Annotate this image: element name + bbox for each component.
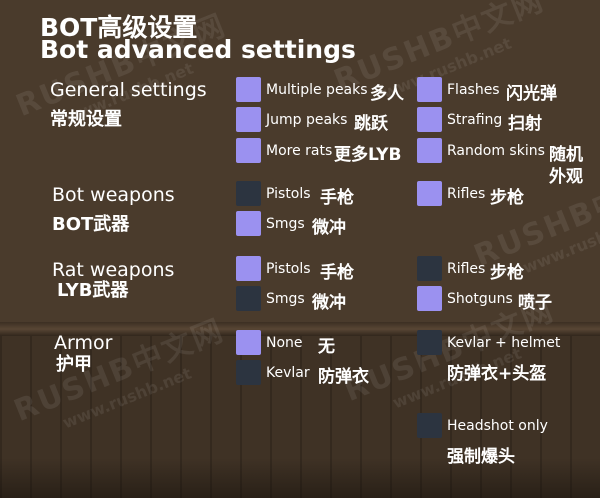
jump-peaks-label-zh: 跳跃: [354, 114, 388, 134]
armor-kevlar-radio[interactable]: [236, 360, 261, 385]
rat-rifles-label: Rifles: [447, 261, 486, 277]
section-general-subtitle: 常规设置: [50, 109, 122, 130]
armor-kevlar-helmet-label: Kevlar + helmet: [447, 335, 561, 351]
section-bot-weapons-title: Bot weapons: [52, 184, 175, 206]
random-skins-label: Random skins: [447, 143, 545, 159]
bot-rifles-label-zh: 步枪: [490, 188, 524, 208]
armor-kevlar-label: Kevlar: [266, 365, 310, 381]
flashes-checkbox[interactable]: [417, 77, 442, 102]
bot-pistols-label: Pistols: [266, 186, 311, 202]
armor-none-label: None: [266, 335, 303, 351]
armor-kevlar-label-zh: 防弹衣: [318, 367, 369, 387]
bot-rifles-checkbox[interactable]: [417, 181, 442, 206]
bot-pistols-checkbox[interactable]: [236, 181, 261, 206]
rat-smgs-label-zh: 微冲: [312, 293, 346, 313]
random-skins-checkbox[interactable]: [417, 138, 442, 163]
jump-peaks-checkbox[interactable]: [236, 107, 261, 132]
rat-pistols-label-zh: 手枪: [320, 263, 354, 283]
headshot-only-label-zh: 强制爆头: [447, 447, 515, 467]
multiple-peaks-label: Multiple peaks: [266, 82, 368, 98]
strafing-label-zh: 扫射: [508, 114, 542, 134]
bot-pistols-label-zh: 手枪: [320, 188, 354, 208]
rat-pistols-label: Pistols: [266, 261, 311, 277]
multiple-peaks-label-zh: 多人: [370, 84, 404, 104]
rat-smgs-label: Smgs: [266, 291, 305, 307]
more-rats-label-zh: 更多LYB: [334, 145, 402, 165]
rat-pistols-checkbox[interactable]: [236, 256, 261, 281]
page-title-en: Bot advanced settings: [40, 35, 356, 64]
rat-rifles-checkbox[interactable]: [417, 256, 442, 281]
strafing-checkbox[interactable]: [417, 107, 442, 132]
more-rats-label: More rats: [266, 143, 333, 159]
strafing-label: Strafing: [447, 112, 503, 128]
flashes-label: Flashes: [447, 82, 500, 98]
rat-rifles-label-zh: 步枪: [490, 263, 524, 283]
jump-peaks-label: Jump peaks: [266, 112, 348, 128]
rat-shotguns-label: Shotguns: [447, 291, 513, 307]
section-bot-weapons-subtitle: BOT武器: [52, 214, 130, 235]
section-rat-weapons-subtitle: LYB武器: [57, 280, 129, 301]
bot-rifles-label: Rifles: [447, 186, 486, 202]
bot-smgs-label-zh: 微冲: [312, 218, 346, 238]
rat-shotguns-checkbox[interactable]: [417, 286, 442, 311]
armor-kevlar-helmet-label-zh: 防弹衣+头盔: [447, 364, 547, 384]
armor-none-radio[interactable]: [236, 330, 261, 355]
bot-smgs-label: Smgs: [266, 216, 305, 232]
section-general-title: General settings: [50, 79, 207, 101]
more-rats-checkbox[interactable]: [236, 138, 261, 163]
rat-shotguns-label-zh: 喷子: [518, 293, 552, 313]
armor-none-label-zh: 无: [318, 337, 335, 357]
section-armor-subtitle: 护甲: [56, 354, 92, 375]
headshot-only-label: Headshot only: [447, 418, 548, 434]
armor-kevlar-helmet-radio[interactable]: [417, 330, 442, 355]
bot-smgs-checkbox[interactable]: [236, 211, 261, 236]
random-skins-label-zh-line2: 外观: [549, 167, 583, 187]
rat-smgs-checkbox[interactable]: [236, 286, 261, 311]
multiple-peaks-checkbox[interactable]: [236, 77, 261, 102]
headshot-only-checkbox[interactable]: [417, 413, 442, 438]
flashes-label-zh: 闪光弹: [506, 84, 557, 104]
